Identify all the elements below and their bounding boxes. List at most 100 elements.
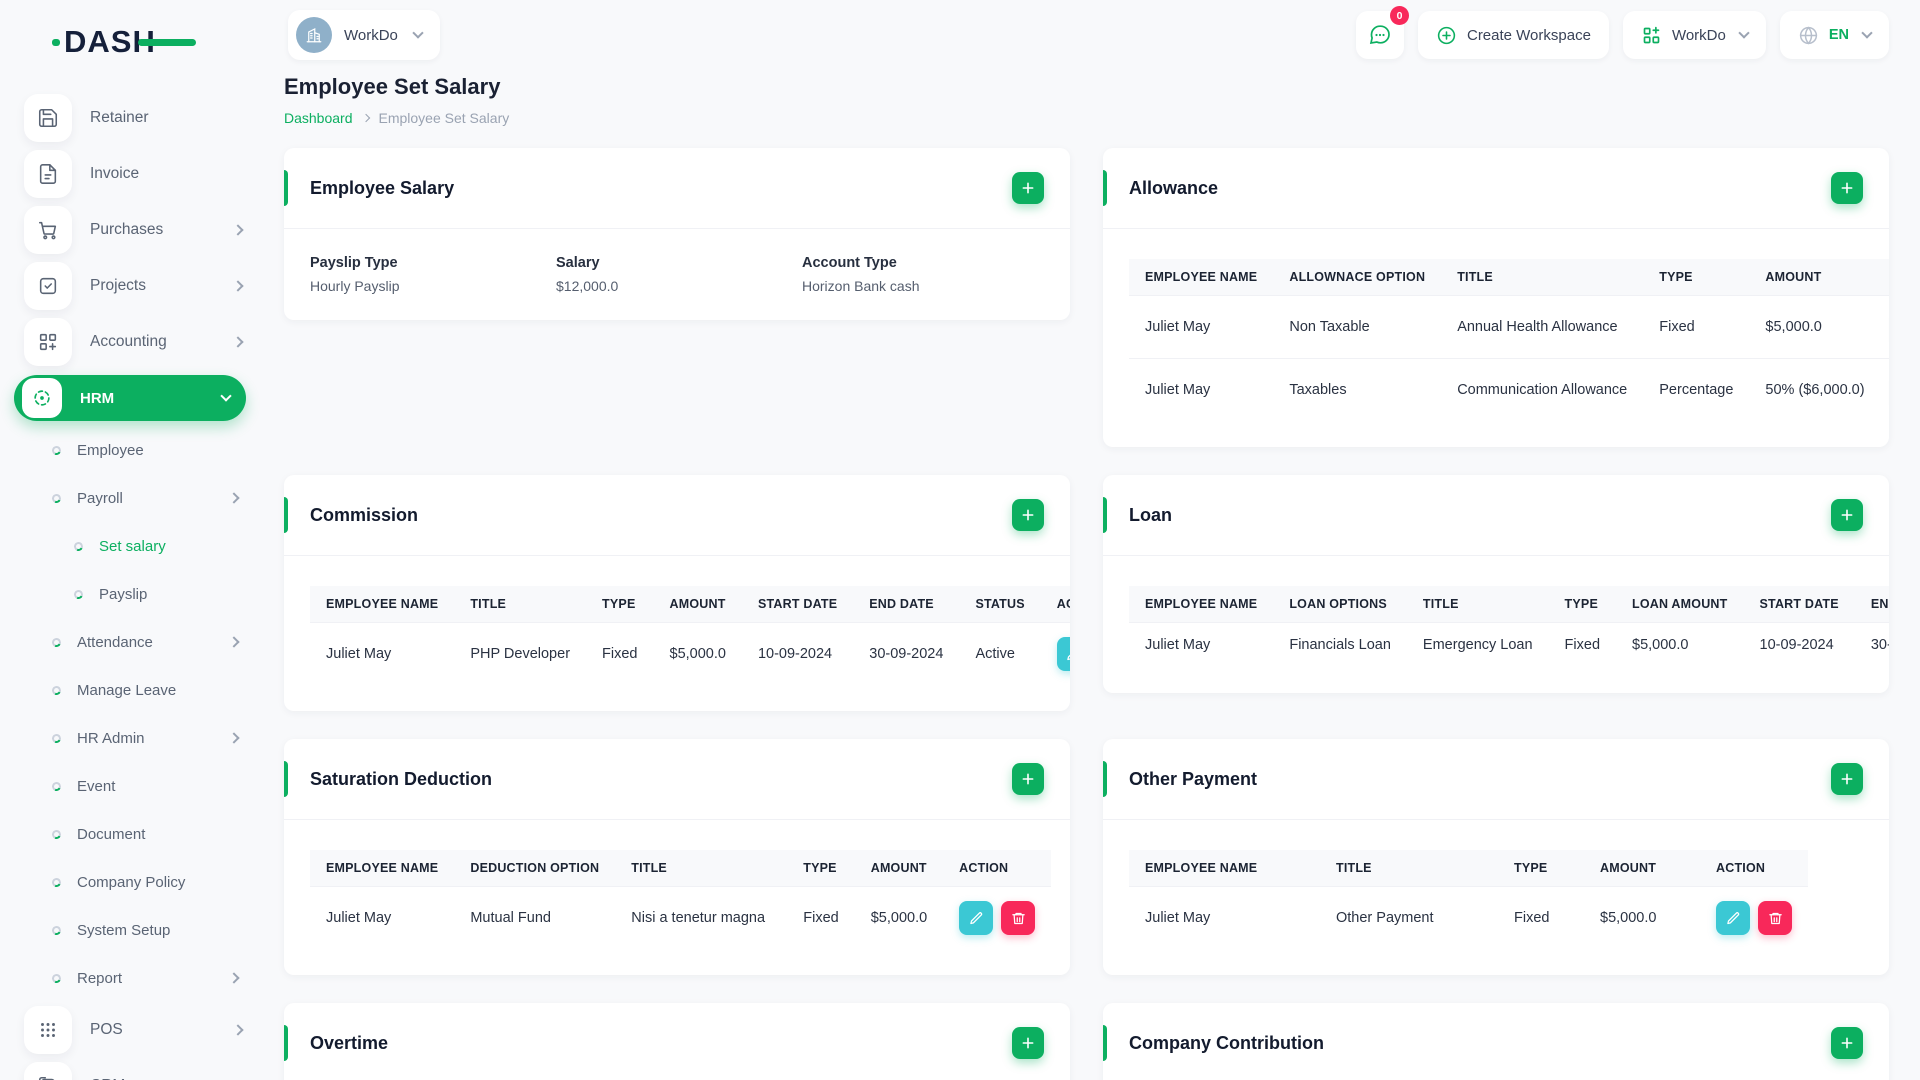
create-workspace-button[interactable]: Create Workspace bbox=[1417, 11, 1609, 59]
other-payment-card: Other Payment EMPLOYEE NAME TITLE TYPE A… bbox=[1103, 739, 1889, 975]
delete-button[interactable] bbox=[1001, 901, 1036, 935]
cell: Nisi a tenetur magna bbox=[615, 886, 788, 949]
cell: Annual Health Allowance bbox=[1441, 295, 1644, 359]
bullet-icon bbox=[50, 636, 63, 648]
delete-button[interactable] bbox=[1758, 901, 1792, 935]
col-header: END DATE bbox=[1870, 597, 1889, 611]
add-loan-button[interactable] bbox=[1831, 499, 1863, 531]
card-header: Other Payment bbox=[1103, 739, 1889, 820]
card-title: Saturation Deduction bbox=[310, 768, 493, 789]
col-header: END DATE bbox=[869, 597, 934, 611]
sidebar-item-hr-admin[interactable]: HR Admin bbox=[0, 714, 260, 762]
sidebar-label: Purchases bbox=[90, 221, 164, 238]
app-switcher-button[interactable]: WorkDo bbox=[1622, 11, 1766, 59]
bullet-icon bbox=[50, 876, 63, 888]
bullet-icon bbox=[50, 972, 63, 984]
col-header: EMPLOYEE NAME bbox=[1145, 597, 1258, 611]
cell: 10-09-2024 bbox=[1743, 622, 1855, 667]
edit-button[interactable] bbox=[1056, 637, 1070, 671]
breadcrumb-dashboard-link[interactable]: Dashboard bbox=[284, 110, 353, 126]
sidebar-item-set-salary[interactable]: Set salary bbox=[0, 522, 260, 570]
sidebar-label: Payroll bbox=[77, 489, 123, 507]
col-header: AMOUNT bbox=[1765, 270, 1822, 284]
add-commission-button[interactable] bbox=[1012, 499, 1044, 531]
topbar: WorkDo 0 Create Workspace WorkDo EN bbox=[260, 0, 1920, 60]
table-header-row: EMPLOYEE NAME DEDUCTION OPTION TITLE TYP… bbox=[310, 850, 1052, 887]
sidebar-item-manage-leave[interactable]: Manage Leave bbox=[0, 666, 260, 714]
col-header: TITLE bbox=[631, 861, 667, 875]
add-salary-button[interactable] bbox=[1012, 172, 1044, 204]
cell: Juliet May bbox=[1129, 886, 1320, 949]
add-allowance-button[interactable] bbox=[1831, 172, 1863, 204]
col-header: AMOUNT bbox=[669, 597, 726, 611]
logo-dot-accent bbox=[52, 39, 60, 46]
field-label: Account Type bbox=[802, 255, 897, 271]
sidebar-item-pos[interactable]: POS bbox=[0, 1002, 260, 1058]
language-selector[interactable]: EN bbox=[1779, 11, 1889, 59]
sidebar-label: System Setup bbox=[77, 921, 171, 939]
sidebar-item-projects[interactable]: Projects bbox=[0, 258, 260, 314]
sidebar-label: Projects bbox=[90, 277, 146, 294]
sidebar-item-event[interactable]: Event bbox=[0, 762, 260, 810]
sidebar-item-purchases[interactable]: Purchases bbox=[0, 202, 260, 258]
field-value: Hourly Payslip bbox=[310, 278, 400, 294]
bullet-icon bbox=[50, 684, 63, 696]
sidebar-label: Retainer bbox=[90, 109, 149, 126]
bullet-icon bbox=[50, 780, 63, 792]
workspace-avatar bbox=[296, 17, 332, 53]
add-overtime-button[interactable] bbox=[1012, 1027, 1044, 1059]
col-header: TITLE bbox=[470, 597, 507, 611]
page-title: Employee Set Salary bbox=[284, 74, 501, 99]
company-contribution-card: Company Contribution bbox=[1103, 1003, 1889, 1080]
sidebar-label: Set salary bbox=[99, 537, 166, 555]
sidebar-item-payroll[interactable]: Payroll bbox=[0, 474, 260, 522]
sidebar-label: POS bbox=[90, 1021, 123, 1038]
edit-button[interactable] bbox=[959, 901, 994, 935]
table-row: Juliet May Mutual Fund Nisi a tenetur ma… bbox=[310, 886, 1052, 949]
col-header: START DATE bbox=[1759, 597, 1839, 611]
sidebar-item-invoice[interactable]: Invoice bbox=[0, 146, 260, 202]
col-header: LOAN AMOUNT bbox=[1632, 597, 1728, 611]
add-deduction-button[interactable] bbox=[1012, 763, 1044, 795]
col-header: ACTION bbox=[1056, 597, 1070, 611]
card-title: Overtime bbox=[310, 1032, 389, 1053]
sidebar-item-attendance[interactable]: Attendance bbox=[0, 618, 260, 666]
sidebar-label: Employee bbox=[77, 441, 144, 459]
col-header: AMOUNT bbox=[870, 861, 927, 875]
table-row: Juliet May Taxables Communication Allowa… bbox=[1129, 358, 1889, 421]
plus-icon bbox=[1022, 773, 1034, 785]
workspace-switcher[interactable]: WorkDo bbox=[288, 10, 440, 60]
sidebar-item-hrm[interactable]: HRM bbox=[14, 375, 246, 421]
sidebar-item-retainer[interactable]: Retainer bbox=[0, 90, 260, 146]
bullet-icon bbox=[50, 732, 63, 744]
edit-button[interactable] bbox=[1716, 901, 1750, 935]
messages-button[interactable]: 0 bbox=[1355, 6, 1409, 59]
plus-icon bbox=[1022, 1037, 1034, 1049]
workspace-name: WorkDo bbox=[344, 26, 398, 44]
card-header: Saturation Deduction bbox=[284, 739, 1070, 820]
sidebar-item-crm[interactable]: CRM bbox=[0, 1058, 260, 1080]
sidebar-item-report[interactable]: Report bbox=[0, 954, 260, 1002]
col-header: EMPLOYEE NAME bbox=[1145, 270, 1258, 284]
retainer-save-icon bbox=[24, 94, 72, 142]
sidebar-item-accounting[interactable]: Accounting bbox=[0, 314, 260, 370]
plus-icon bbox=[1841, 182, 1853, 194]
saturation-deduction-card: Saturation Deduction EMPLOYEE NAME DEDUC… bbox=[284, 739, 1070, 975]
cell: PHP Developer bbox=[454, 622, 587, 685]
sidebar-item-document[interactable]: Document bbox=[0, 810, 260, 858]
table-row: Juliet May Financials Loan Emergency Loa… bbox=[1129, 622, 1889, 667]
add-other-payment-button[interactable] bbox=[1831, 763, 1863, 795]
add-company-contribution-button[interactable] bbox=[1831, 1027, 1863, 1059]
card-title: Loan bbox=[1129, 504, 1172, 525]
sidebar-label: Accounting bbox=[90, 333, 167, 350]
field-salary: Salary $12,000.0 bbox=[556, 255, 802, 294]
col-header: ALLOWNACE OPTION bbox=[1289, 270, 1426, 284]
sidebar-item-company-policy[interactable]: Company Policy bbox=[0, 858, 260, 906]
brand-logo[interactable]: DASH bbox=[52, 24, 196, 60]
sidebar-item-employee[interactable]: Employee bbox=[0, 426, 260, 474]
cell: Other Payment bbox=[1320, 886, 1498, 949]
grid-plus-icon bbox=[24, 318, 72, 366]
sidebar-item-payslip[interactable]: Payslip bbox=[0, 570, 260, 618]
field-label: Salary bbox=[556, 255, 600, 271]
sidebar-item-system-setup[interactable]: System Setup bbox=[0, 906, 260, 954]
